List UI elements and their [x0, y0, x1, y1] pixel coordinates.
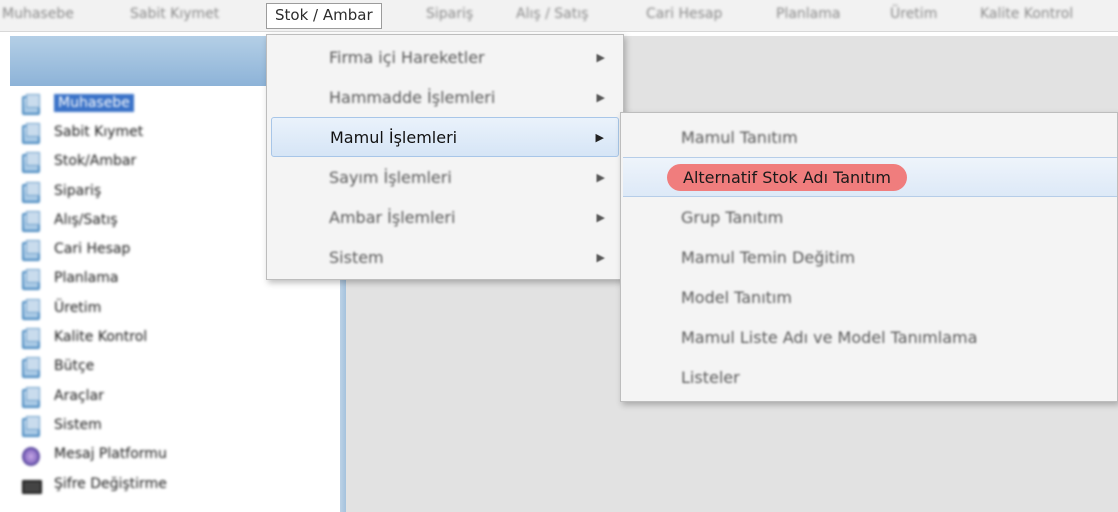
chevron-right-icon: ▶	[596, 50, 605, 64]
menu-item-label: Sayım İşlemleri	[329, 167, 452, 187]
stok-ambar-dropdown: Firma içi Hareketler ▶ Hammadde İşlemler…	[266, 34, 624, 280]
folder-icon	[20, 356, 42, 379]
chevron-right-icon: ▶	[596, 250, 605, 264]
tree-item-label: Cari Hesap	[54, 241, 131, 258]
menu-item-model-tanitim[interactable]: Model Tanıtım	[621, 277, 1117, 317]
tree-item-cari-hesap[interactable]: Cari Hesap	[20, 234, 167, 263]
folder-icon	[20, 210, 42, 232]
menu-uretim[interactable]: Üretim	[890, 6, 937, 22]
navigation-tree: Muhasebe Sabit Kıymet Stok/Ambar Sipariş…	[20, 88, 167, 498]
folder-icon	[20, 327, 42, 350]
tree-item-label: Alış/Satış	[54, 211, 118, 228]
menu-item-label: Mamul İşlemleri	[330, 127, 458, 147]
menu-item-label: Model Tanıtım	[681, 287, 792, 307]
menu-kalite-kontrol[interactable]: Kalite Kontrol	[980, 6, 1073, 22]
tree-item-label: Sipariş	[54, 182, 102, 199]
menu-item-mamul-islemleri[interactable]: Mamul İşlemleri ▶	[271, 117, 619, 157]
menu-item-sayim-islemleri[interactable]: Sayım İşlemleri ▶	[267, 157, 623, 197]
menu-item-label: Sistem	[329, 247, 384, 267]
menu-stok-ambar[interactable]: Stok / Ambar	[266, 3, 382, 29]
tree-item-label: Araçlar	[54, 387, 104, 404]
panel-header	[10, 36, 272, 86]
menu-sabit-kiymet[interactable]: Sabit Kıymet	[130, 6, 219, 22]
menu-item-label: Grup Tanıtım	[681, 207, 784, 227]
chevron-right-icon: ▶	[596, 170, 605, 184]
menu-cari-hesap[interactable]: Cari Hesap	[646, 6, 722, 22]
menu-item-alternatif-stok-adi-tanitim[interactable]: Alternatif Stok Adı Tanıtım	[623, 157, 1117, 197]
tree-item-kalite-kontrol[interactable]: Kalite Kontrol	[20, 322, 167, 351]
tree-item-siparis[interactable]: Sipariş	[20, 176, 167, 205]
menu-planlama[interactable]: Planlama	[776, 6, 840, 22]
folder-icon	[20, 122, 42, 144]
menu-item-mamul-tanitim[interactable]: Mamul Tanıtım	[621, 117, 1117, 157]
menu-item-label: Listeler	[681, 367, 740, 387]
globe-icon	[20, 444, 42, 467]
tree-item-label: Bütçe	[54, 358, 95, 375]
tree-item-mesaj-platformu[interactable]: Mesaj Platformu	[20, 440, 167, 469]
menu-item-label: Hammadde İşlemleri	[329, 87, 496, 107]
mamul-islemleri-submenu: Mamul Tanıtım Alternatif Stok Adı Tanıtı…	[620, 112, 1118, 402]
menu-item-ambar-islemleri[interactable]: Ambar İşlemleri ▶	[267, 197, 623, 237]
menu-item-mamul-temin-degitim[interactable]: Mamul Temin Değitim	[621, 237, 1117, 277]
menu-muhasebe[interactable]: Muhasebe	[2, 6, 74, 22]
tree-item-alis-satis[interactable]: Alış/Satış	[20, 205, 167, 234]
tree-item-label: Muhasebe	[54, 93, 134, 112]
menu-item-label: Ambar İşlemleri	[329, 207, 456, 227]
tree-item-label: Şifre Değiştirme	[54, 475, 167, 492]
folder-icon	[20, 239, 42, 262]
keys-icon	[20, 474, 42, 494]
folder-icon	[20, 268, 42, 291]
tree-item-label: Mesaj Platformu	[54, 446, 167, 463]
highlight-marker: Alternatif Stok Adı Tanıtım	[667, 164, 907, 191]
folder-icon	[20, 415, 42, 437]
menu-item-listeler[interactable]: Listeler	[621, 357, 1117, 397]
folder-icon	[20, 386, 42, 408]
tree-item-sabit-kiymet[interactable]: Sabit Kıymet	[20, 117, 167, 146]
tree-item-label: Sistem	[54, 416, 102, 433]
menu-item-label: Alternatif Stok Adı Tanıtım	[683, 168, 891, 187]
menu-item-label: Mamul Temin Değitim	[681, 247, 856, 267]
tree-item-butce[interactable]: Bütçe	[20, 352, 167, 381]
menu-item-mamul-liste-adi-model-tanimlama[interactable]: Mamul Liste Adı ve Model Tanımlama	[621, 317, 1117, 357]
menu-item-firma-ici-hareketler[interactable]: Firma içi Hareketler ▶	[267, 37, 623, 77]
menu-item-label: Firma içi Hareketler	[329, 47, 485, 67]
tree-item-stok-ambar[interactable]: Stok/Ambar	[20, 147, 167, 176]
tree-item-araclar[interactable]: Araçlar	[20, 381, 167, 410]
chevron-right-icon: ▶	[596, 210, 605, 224]
menu-alis-satis[interactable]: Alış / Satış	[516, 6, 588, 22]
tree-item-label: Stok/Ambar	[54, 153, 137, 170]
tree-item-sistem[interactable]: Sistem	[20, 410, 167, 439]
tree-item-label: Planlama	[54, 270, 119, 287]
menu-item-label: Mamul Tanıtım	[681, 127, 798, 147]
tree-item-label: Kalite Kontrol	[54, 329, 148, 346]
folder-icon	[20, 151, 42, 174]
tree-item-sifre-degistirme[interactable]: Şifre Değiştirme	[20, 469, 167, 498]
folder-icon	[20, 93, 42, 115]
tree-item-label: Üretim	[54, 299, 102, 316]
menu-item-hammadde-islemleri[interactable]: Hammadde İşlemleri ▶	[267, 77, 623, 117]
tree-item-uretim[interactable]: Üretim	[20, 293, 167, 322]
menu-bar: Muhasebe Sabit Kıymet Stok / Ambar Sipar…	[0, 0, 1118, 32]
menu-siparis[interactable]: Sipariş	[426, 6, 473, 22]
tree-item-muhasebe[interactable]: Muhasebe	[20, 88, 167, 117]
menu-item-grup-tanitim[interactable]: Grup Tanıtım	[621, 197, 1117, 237]
folder-icon	[20, 298, 42, 320]
tree-item-planlama[interactable]: Planlama	[20, 264, 167, 293]
menu-item-label: Mamul Liste Adı ve Model Tanımlama	[681, 327, 978, 347]
menu-item-sistem[interactable]: Sistem ▶	[267, 237, 623, 277]
chevron-right-icon: ▶	[595, 130, 604, 144]
tree-item-label: Sabit Kıymet	[54, 123, 144, 140]
chevron-right-icon: ▶	[596, 90, 605, 104]
folder-icon	[20, 181, 42, 203]
